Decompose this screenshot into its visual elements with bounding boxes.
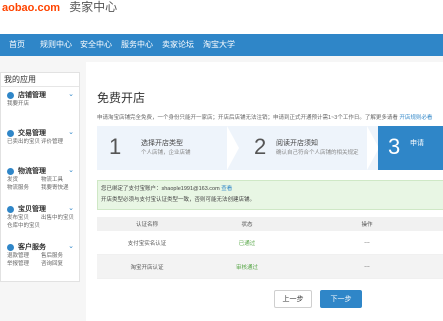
chevron-down-icon[interactable]: ⌄ xyxy=(68,242,74,250)
sidebar-link-inquiry-reply[interactable]: 咨询回复 xyxy=(41,260,75,268)
view-account-link[interactable]: 查看 xyxy=(221,186,232,192)
sidebar-link-after-sales[interactable]: 售后服务 xyxy=(41,252,75,260)
store-icon xyxy=(7,91,14,99)
notice-line-1: 您已绑定了支付宝账户：shaople1991@163.com 查看 xyxy=(101,186,233,192)
sidebar-group-title[interactable]: 物流管理 xyxy=(7,166,77,176)
step-title: 申请 xyxy=(410,140,424,147)
step-desc: 个人店铺，企业店铺 xyxy=(141,150,191,156)
top-header: aobao.com 卖家中心 xyxy=(0,0,443,34)
chevron-down-icon[interactable]: ⌄ xyxy=(68,128,74,136)
step-number: 3 xyxy=(388,134,401,159)
previous-step-button[interactable]: 上一步 xyxy=(274,290,312,308)
status-badge: 审核通过 xyxy=(235,264,258,271)
sidebar-group-store: 店铺管理 ⌄ 我要开店 xyxy=(1,87,79,125)
sidebar-group-title[interactable]: 宝贝管理 xyxy=(7,204,77,214)
sidebar-links: 已卖出的宝贝 评价管理 xyxy=(7,138,77,146)
nav-rules-center[interactable]: 规则中心 xyxy=(40,39,72,50)
sidebar-link-refunds[interactable]: 退款管理 xyxy=(7,252,41,260)
progress-steps: 1 选择开店类型 个人店铺，企业店铺 2 阅读开店须知 确认自己符合个人店铺的相… xyxy=(97,126,443,170)
sidebar-link-publish-item[interactable]: 发布宝贝 xyxy=(7,214,41,222)
status-badge: 已通过 xyxy=(238,240,256,247)
sidebar-group-customer-service: 客户服务 ⌄ 退款管理 售后服务 举报管理 咨询回复 xyxy=(1,239,79,277)
row-action: --- xyxy=(364,263,370,270)
nav-security-center[interactable]: 安全中心 xyxy=(80,39,112,50)
sidebar-link-reviews[interactable]: 评价管理 xyxy=(41,138,75,146)
table-header: 认证名称 状态 操作 xyxy=(97,217,443,231)
verification-name: 支付宝实名认证 xyxy=(127,240,167,247)
sidebar-group-items: 宝贝管理 ⌄ 发布宝贝 出售中的宝贝 仓库中的宝贝 xyxy=(1,201,79,239)
alipay-notice: 您已绑定了支付宝账户：shaople1991@163.com 查看 开店类型必须… xyxy=(97,180,443,210)
intro-text: 申请淘宝店铺完全免费，一个身份只能开一家店；开店后店铺无法注销；申请到正式开通预… xyxy=(97,115,433,121)
sidebar-link-reports[interactable]: 举报管理 xyxy=(7,260,41,268)
sidebar: 我的应用 店铺管理 ⌄ 我要开店 交易管理 ⌄ 已卖出的宝贝 评价管理 物流管理… xyxy=(0,72,80,282)
sidebar-group-title[interactable]: 客户服务 xyxy=(7,242,77,252)
step-3-active: 3 申请 xyxy=(378,126,443,170)
main-nav: 首页 规则中心 安全中心 服务中心 卖家论坛 淘宝大学 xyxy=(0,34,443,56)
verification-name: 淘宝开店认证 xyxy=(130,264,164,271)
row-action: --- xyxy=(364,239,370,246)
sidebar-link-open-store[interactable]: 我要开店 xyxy=(7,100,41,108)
verification-table: 认证名称 状态 操作 支付宝实名认证 已通过 --- 淘宝开店认证 审核通过 -… xyxy=(97,217,443,279)
sidebar-link-items-on-sale[interactable]: 出售中的宝贝 xyxy=(41,214,75,222)
nav-home[interactable]: 首页 xyxy=(9,39,25,50)
customer-service-icon xyxy=(7,243,14,251)
nav-taobao-university[interactable]: 淘宝大学 xyxy=(203,39,235,50)
step-number: 1 xyxy=(109,134,122,159)
sidebar-link-ship[interactable]: 发货 xyxy=(7,176,41,184)
sidebar-link-items-in-warehouse[interactable]: 仓库中的宝贝 xyxy=(7,222,41,230)
notice-line-2: 开店类型必须与支付宝认证类型一致，否则可能无法创建店铺。 xyxy=(101,197,256,203)
sidebar-link-send-express[interactable]: 我要寄快递 xyxy=(41,184,75,192)
sidebar-links: 我要开店 xyxy=(7,100,77,108)
trade-icon xyxy=(7,129,14,137)
sidebar-group-title[interactable]: 交易管理 xyxy=(7,128,77,138)
step-2: 2 阅读开店须知 确认自己符合个人店铺的相关规定 xyxy=(242,126,372,170)
store-rules-link[interactable]: 开店规则必看 xyxy=(399,115,432,121)
logo-center-label: 卖家中心 xyxy=(69,0,118,14)
nav-service-center[interactable]: 服务中心 xyxy=(121,39,153,50)
chevron-down-icon[interactable]: ⌄ xyxy=(68,166,74,174)
column-header: 状态 xyxy=(241,222,253,228)
next-step-button[interactable]: 下一步 xyxy=(320,290,362,308)
step-title: 阅读开店须知 xyxy=(276,140,318,147)
logo-domain: aobao.com xyxy=(2,2,61,14)
table-row: 淘宝开店认证 审核通过 --- xyxy=(97,255,443,279)
sidebar-links: 退款管理 售后服务 举报管理 咨询回复 xyxy=(7,252,77,268)
truck-icon xyxy=(7,167,14,175)
step-1: 1 选择开店类型 个人店铺，企业店铺 xyxy=(97,126,227,170)
sidebar-link-logistics-service[interactable]: 物流服务 xyxy=(7,184,41,192)
sidebar-group-title[interactable]: 店铺管理 xyxy=(7,90,77,100)
sidebar-header: 我的应用 xyxy=(1,73,79,87)
step-number: 2 xyxy=(254,134,267,159)
sidebar-group-logistics: 物流管理 ⌄ 发货 物流工具 物流服务 我要寄快递 xyxy=(1,163,79,201)
sidebar-group-trade: 交易管理 ⌄ 已卖出的宝贝 评价管理 xyxy=(1,125,79,163)
taobao-logo[interactable]: aobao.com 卖家中心 xyxy=(2,0,117,15)
step-divider xyxy=(227,126,239,170)
sidebar-links: 发货 物流工具 物流服务 我要寄快递 xyxy=(7,176,77,192)
step-desc: 确认自己符合个人店铺的相关规定 xyxy=(276,150,359,156)
sidebar-link-sold-items[interactable]: 已卖出的宝贝 xyxy=(7,138,41,146)
step-title: 选择开店类型 xyxy=(141,140,183,147)
nav-seller-forum[interactable]: 卖家论坛 xyxy=(162,39,194,50)
column-header: 操作 xyxy=(361,222,373,228)
page-title: 免费开店 xyxy=(97,91,146,105)
chevron-down-icon[interactable]: ⌄ xyxy=(68,90,74,98)
chevron-down-icon[interactable]: ⌄ xyxy=(68,204,74,212)
column-header: 认证名称 xyxy=(135,222,158,228)
table-row: 支付宝实名认证 已通过 --- xyxy=(97,231,443,255)
sidebar-link-logistics-tools[interactable]: 物流工具 xyxy=(41,176,75,184)
sidebar-links: 发布宝贝 出售中的宝贝 仓库中的宝贝 xyxy=(7,214,77,230)
item-icon xyxy=(7,205,14,213)
main-content: 免费开店 申请淘宝店铺完全免费，一个身份只能开一家店；开店后店铺无法注销；申请到… xyxy=(86,62,443,321)
